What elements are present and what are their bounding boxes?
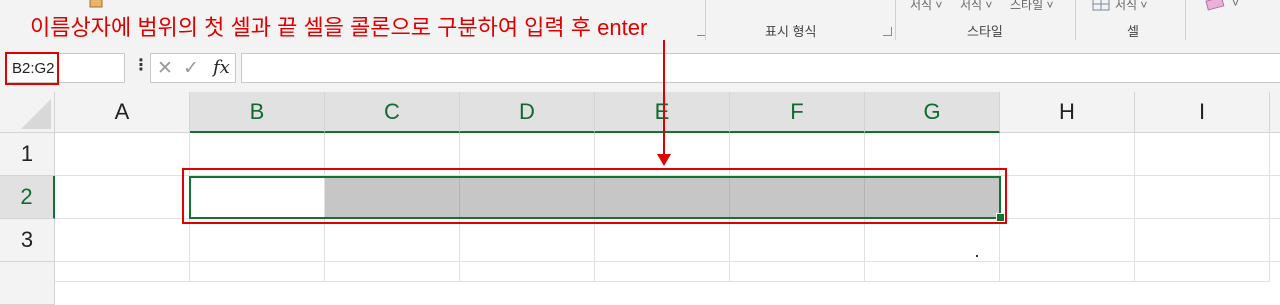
formula-bar: B2:G2 ⋮ ✕ ✓ fx	[0, 42, 1280, 92]
more-options-icon[interactable]: ⋮	[133, 55, 149, 75]
format-button[interactable]: 서식 ˅	[1115, 0, 1147, 13]
column-header-i[interactable]: I	[1135, 92, 1270, 133]
cell-c3[interactable]	[325, 219, 460, 262]
chevron-down-icon[interactable]: ˅	[1232, 0, 1239, 10]
cell-style-button[interactable]: 스타일 ˅	[1010, 0, 1053, 13]
cell-c4[interactable]	[325, 262, 460, 282]
column-header-partial[interactable]	[1270, 92, 1280, 133]
ribbon-group-cells: 셀	[1127, 24, 1139, 39]
column-header-a[interactable]: A	[55, 92, 190, 133]
cell-i4[interactable]	[1135, 262, 1270, 282]
ribbon-group-styles: 스타일	[967, 24, 1003, 39]
formula-buttons: ✕ ✓ fx	[150, 53, 236, 83]
cell-g3[interactable]	[865, 219, 1000, 262]
cell-i2[interactable]	[1135, 176, 1270, 219]
column-header-c[interactable]: C	[325, 92, 460, 133]
ribbon-group-number-format: 표시 형식	[765, 24, 817, 39]
enter-icon[interactable]: ✓	[183, 57, 199, 80]
cell-j3[interactable]	[1270, 219, 1280, 262]
table-format-button[interactable]: 서식 ˅	[960, 0, 992, 13]
cell-h4[interactable]	[1000, 262, 1135, 282]
annotation-range-highlight	[182, 168, 1007, 224]
cell-g4[interactable]	[865, 262, 1000, 282]
eraser-icon[interactable]	[1205, 0, 1227, 16]
annotation-arrow-head	[657, 154, 671, 166]
column-header-h[interactable]: H	[1000, 92, 1135, 133]
cell-b4[interactable]	[190, 262, 325, 282]
cell-j2[interactable]	[1270, 176, 1280, 219]
cursor-dot	[976, 255, 978, 257]
cell-i1[interactable]	[1135, 133, 1270, 176]
row-header-3[interactable]: 3	[0, 219, 55, 262]
ribbon-separator	[895, 0, 896, 40]
ribbon-separator	[1185, 0, 1186, 40]
row-header-1[interactable]: 1	[0, 133, 55, 176]
select-all-button[interactable]	[0, 92, 55, 133]
column-header-b[interactable]: B	[190, 92, 325, 133]
row-header-2[interactable]: 2	[0, 176, 55, 219]
annotation-instruction: 이름상자에 범위의 첫 셀과 끝 셀을 콜론으로 구분하여 입력 후 enter	[30, 15, 648, 40]
format-cells-icon[interactable]	[1092, 0, 1112, 17]
cancel-icon[interactable]: ✕	[157, 57, 173, 80]
cell-h1[interactable]	[1000, 133, 1135, 176]
ribbon-separator	[705, 0, 706, 40]
dialog-launcher-icon[interactable]	[883, 27, 892, 36]
formula-input[interactable]	[241, 53, 1280, 83]
cell-a4[interactable]	[55, 262, 190, 282]
annotation-arrow-line	[663, 40, 665, 158]
cell-d3[interactable]	[460, 219, 595, 262]
cell-a3[interactable]	[55, 219, 190, 262]
cell-i3[interactable]	[1135, 219, 1270, 262]
conditional-format-button[interactable]: 서식 ˅	[910, 0, 942, 13]
cell-f4[interactable]	[730, 262, 865, 282]
column-header-d[interactable]: D	[460, 92, 595, 133]
row-header-4[interactable]	[0, 262, 55, 305]
cell-h3[interactable]	[1000, 219, 1135, 262]
annotation-name-box-highlight	[5, 52, 59, 85]
cell-e3[interactable]	[595, 219, 730, 262]
column-header-f[interactable]: F	[730, 92, 865, 133]
cell-f3[interactable]	[730, 219, 865, 262]
cell-a2[interactable]	[55, 176, 190, 219]
column-header-g[interactable]: G	[865, 92, 1000, 133]
cell-b3[interactable]	[190, 219, 325, 262]
cell-a1[interactable]	[55, 133, 190, 176]
cell-h2[interactable]	[1000, 176, 1135, 219]
ribbon-separator	[1075, 0, 1076, 40]
cell-d4[interactable]	[460, 262, 595, 282]
cell-j1[interactable]	[1270, 133, 1280, 176]
insert-function-icon[interactable]: fx	[213, 57, 230, 78]
cell-e4[interactable]	[595, 262, 730, 282]
